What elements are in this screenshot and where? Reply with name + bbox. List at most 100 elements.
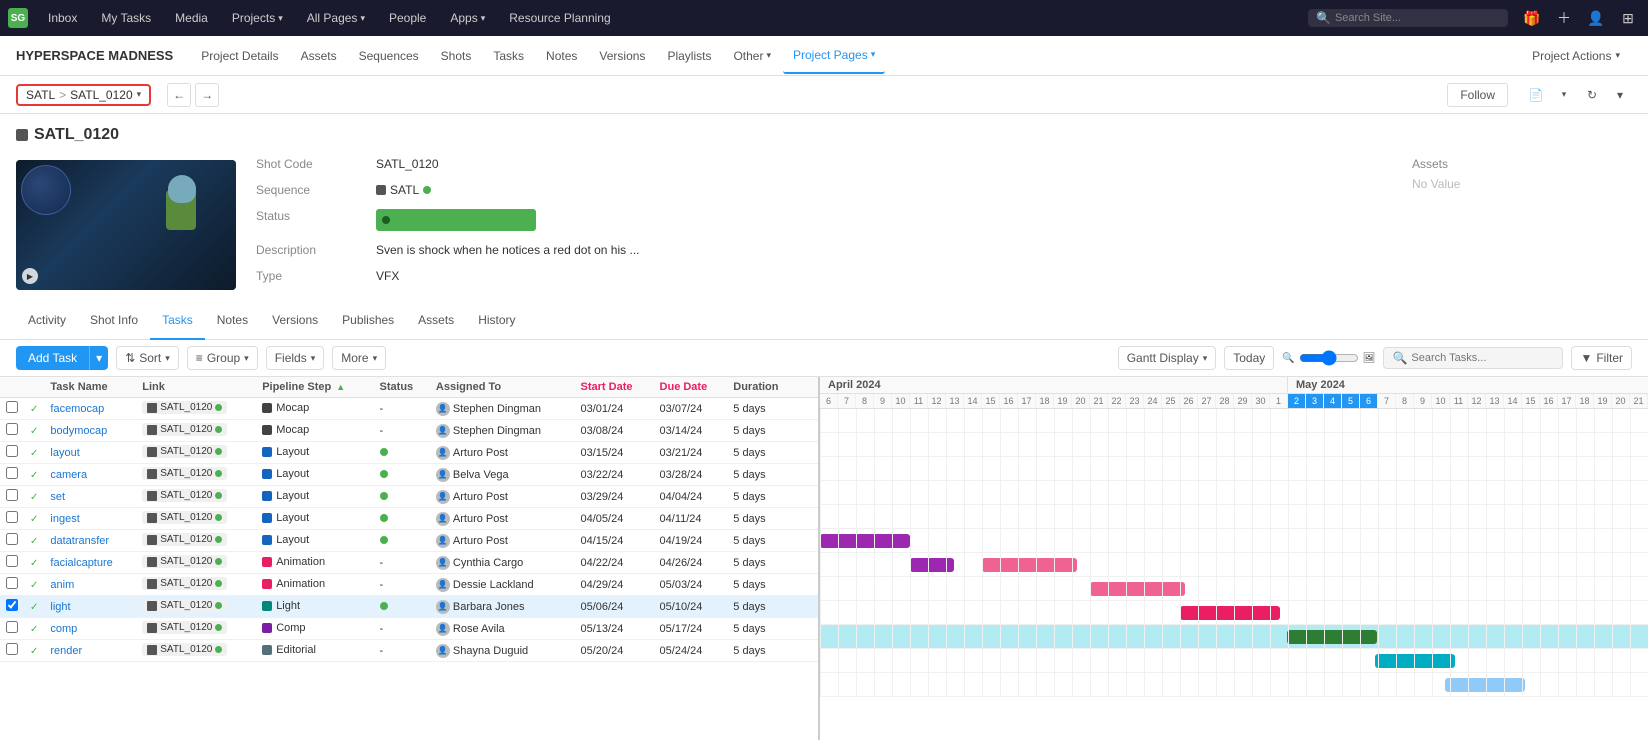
search-tasks-input[interactable] [1411,352,1554,364]
nav-projects[interactable]: Projects ▾ [222,7,293,29]
gantt-bar[interactable] [1375,654,1455,668]
add-task-button[interactable]: Add Task [16,346,89,370]
col-task-name[interactable]: Task Name [44,377,136,398]
col-assigned-to[interactable]: Assigned To [430,377,575,398]
row-checkbox[interactable] [6,401,18,413]
link-chip[interactable]: SATL_0120 [142,511,227,524]
follow-button[interactable]: Follow [1447,83,1508,107]
global-search[interactable]: 🔍 [1308,9,1508,27]
tab-activity[interactable]: Activity [16,302,78,340]
col-start-date[interactable]: Start Date [575,377,654,398]
nav-all-pages[interactable]: All Pages ▾ [297,7,375,29]
task-name-link[interactable]: bodymocap [50,425,107,437]
row-checkbox[interactable] [6,467,18,479]
nav-back-button[interactable]: ← [167,83,191,107]
tab-tasks[interactable]: Tasks [150,302,205,340]
row-checkbox[interactable] [6,511,18,523]
nav-media[interactable]: Media [165,7,218,29]
group-button[interactable]: ≡ Group ▾ [187,346,258,370]
nav-apps[interactable]: Apps ▾ [440,7,495,29]
document-dropdown-icon[interactable]: ▾ [1552,83,1576,107]
col-pipeline-step[interactable]: Pipeline Step ▲ [256,377,373,398]
play-button[interactable]: ▶ [22,268,38,284]
row-checkbox[interactable] [6,445,18,457]
nav-my-tasks[interactable]: My Tasks [91,7,161,29]
link-chip[interactable]: SATL_0120 [142,577,227,590]
gantt-bar[interactable] [820,534,910,548]
breadcrumb-dropdown-icon[interactable]: ▾ [137,89,142,100]
gantt-bar[interactable] [1445,678,1525,692]
task-name-link[interactable]: set [50,491,65,503]
tab-shot-info[interactable]: Shot Info [78,302,150,340]
task-name-link[interactable]: facialcapture [50,557,112,569]
document-icon[interactable]: 📄 [1524,83,1548,107]
gantt-bar[interactable] [1287,630,1377,644]
nav-resource-planning[interactable]: Resource Planning [499,7,620,29]
col-due-date[interactable]: Due Date [654,377,728,398]
refresh-icon[interactable]: ↻ [1580,83,1604,107]
tab-history[interactable]: History [466,302,527,340]
more-button[interactable]: More ▾ [332,346,386,370]
search-tasks[interactable]: 🔍 [1383,347,1563,369]
gantt-bar[interactable] [982,558,1077,572]
gantt-bar[interactable] [1180,606,1280,620]
project-actions-button[interactable]: Project Actions ▾ [1520,45,1632,67]
col-status[interactable]: Status [374,377,430,398]
row-checkbox[interactable] [6,643,18,655]
nav-other[interactable]: Other ▾ [723,38,781,74]
task-name-link[interactable]: light [50,601,70,613]
nav-versions[interactable]: Versions [589,38,655,74]
link-chip[interactable]: SATL_0120 [142,621,227,634]
nav-project-details[interactable]: Project Details [191,38,288,74]
gift-icon[interactable]: 🎁 [1520,6,1544,30]
task-name-link[interactable]: comp [50,623,77,635]
row-checkbox[interactable] [6,555,18,567]
nav-inbox[interactable]: Inbox [38,7,87,29]
nav-notes[interactable]: Notes [536,38,587,74]
link-chip[interactable]: SATL_0120 [142,599,227,612]
task-name-link[interactable]: ingest [50,513,79,525]
task-name-link[interactable]: anim [50,579,74,591]
row-checkbox[interactable] [6,599,18,611]
row-checkbox[interactable] [6,577,18,589]
nav-assets[interactable]: Assets [291,38,347,74]
gantt-bar[interactable] [1090,582,1185,596]
tab-notes[interactable]: Notes [205,302,260,340]
task-name-link[interactable]: datatransfer [50,535,109,547]
link-chip[interactable]: SATL_0120 [142,445,227,458]
today-button[interactable]: Today [1224,346,1274,370]
col-link[interactable]: Link [136,377,256,398]
add-task-dropdown-button[interactable]: ▾ [89,346,108,370]
add-icon[interactable]: ＋ [1552,6,1576,30]
sort-button[interactable]: ⇅ Sort ▾ [116,346,179,370]
task-name-link[interactable]: camera [50,469,87,481]
global-search-input[interactable] [1335,12,1500,24]
link-chip[interactable]: SATL_0120 [142,467,227,480]
nav-project-pages[interactable]: Project Pages ▾ [783,38,885,74]
nav-people[interactable]: People [379,7,436,29]
task-name-link[interactable]: render [50,645,82,657]
row-checkbox[interactable] [6,621,18,633]
nav-sequences[interactable]: Sequences [349,38,429,74]
filter-button[interactable]: ▼ Filter [1571,346,1632,370]
nav-tasks[interactable]: Tasks [483,38,534,74]
shot-thumbnail[interactable]: ▶ [16,160,236,290]
apps-grid-icon[interactable]: ⊞ [1616,6,1640,30]
nav-shots[interactable]: Shots [431,38,482,74]
gantt-bar[interactable] [910,558,954,572]
more-options-icon[interactable]: ▾ [1608,83,1632,107]
link-chip[interactable]: SATL_0120 [142,555,227,568]
col-duration[interactable]: Duration [727,377,798,398]
tab-versions[interactable]: Versions [260,302,330,340]
row-checkbox[interactable] [6,489,18,501]
row-checkbox[interactable] [6,423,18,435]
nav-playlists[interactable]: Playlists [657,38,721,74]
user-icon[interactable]: 👤 [1584,6,1608,30]
task-name-link[interactable]: layout [50,447,79,459]
link-chip[interactable]: SATL_0120 [142,401,227,414]
link-chip[interactable]: SATL_0120 [142,489,227,502]
row-checkbox[interactable] [6,533,18,545]
link-chip[interactable]: SATL_0120 [142,533,227,546]
task-name-link[interactable]: facemocap [50,403,104,415]
tab-assets[interactable]: Assets [406,302,466,340]
